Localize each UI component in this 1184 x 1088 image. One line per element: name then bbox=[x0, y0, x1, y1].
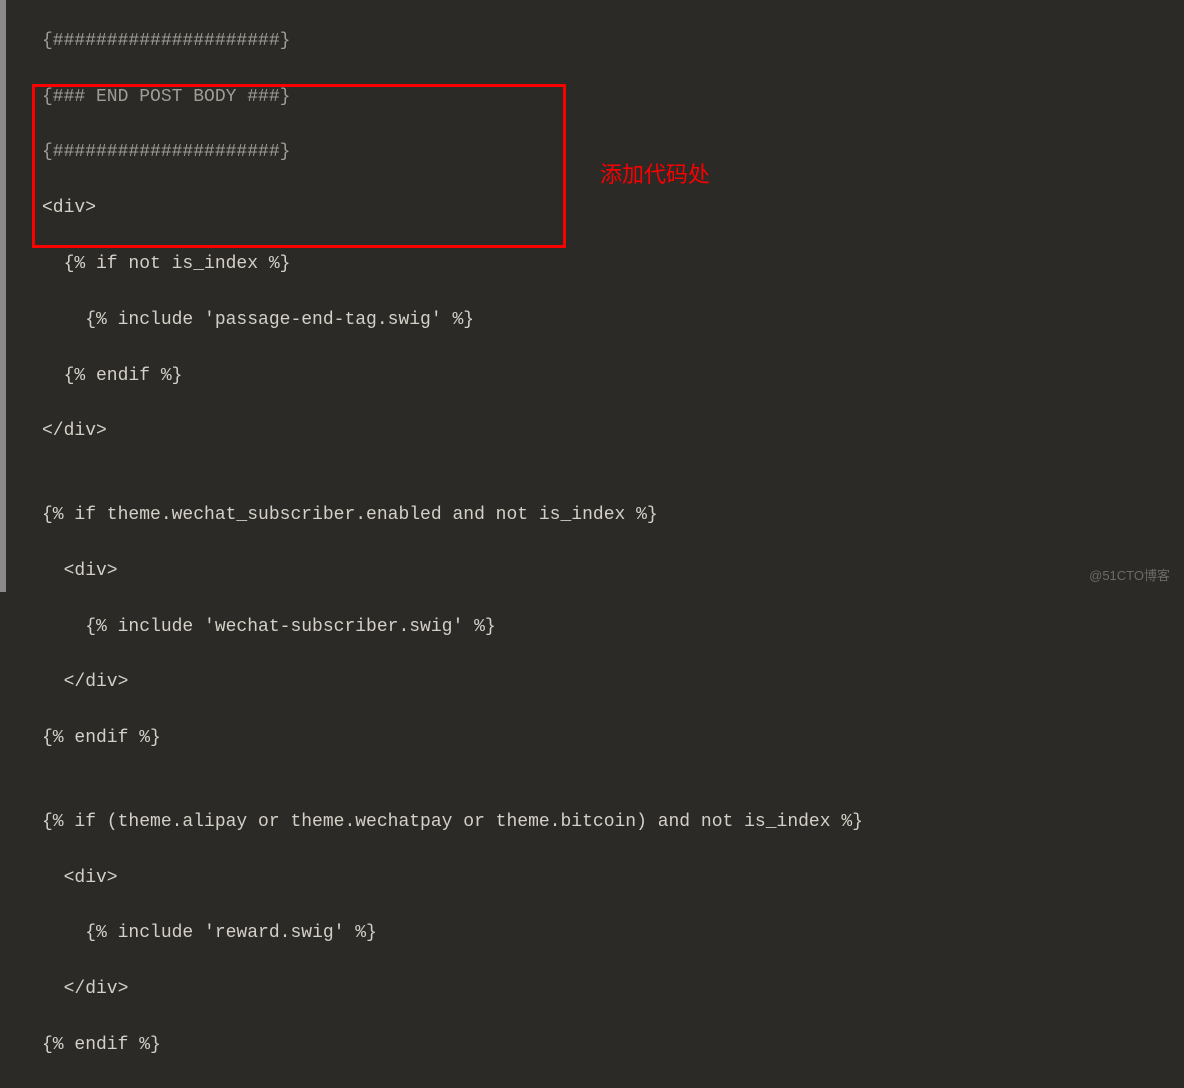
code-line: <div> bbox=[42, 865, 1184, 893]
code-line: {#####################} bbox=[42, 28, 1184, 56]
code-line: </div> bbox=[42, 976, 1184, 1004]
code-line: <div> bbox=[42, 195, 1184, 223]
code-line: {% include 'wechat-subscriber.swig' %} bbox=[42, 614, 1184, 642]
code-line: {% endif %} bbox=[42, 363, 1184, 391]
code-line: {% if theme.wechat_subscriber.enabled an… bbox=[42, 502, 1184, 530]
code-line: <div> bbox=[42, 558, 1184, 586]
code-line: {% if (theme.alipay or theme.wechatpay o… bbox=[42, 809, 1184, 837]
code-line: {### END POST BODY ###} bbox=[42, 84, 1184, 112]
code-line: {% include 'reward.swig' %} bbox=[42, 920, 1184, 948]
code-block: {#####################} {### END POST BO… bbox=[6, 0, 1184, 1088]
code-line: {% endif %} bbox=[42, 725, 1184, 753]
code-line: </div> bbox=[42, 418, 1184, 446]
watermark-text: @51CTO博客 bbox=[1089, 566, 1170, 586]
code-line: {% endif %} bbox=[42, 1032, 1184, 1060]
code-line: {% include 'passage-end-tag.swig' %} bbox=[42, 307, 1184, 335]
code-line: {% if not is_index %} bbox=[42, 251, 1184, 279]
code-line: </div> bbox=[42, 669, 1184, 697]
annotation-label: 添加代码处 bbox=[600, 158, 710, 192]
